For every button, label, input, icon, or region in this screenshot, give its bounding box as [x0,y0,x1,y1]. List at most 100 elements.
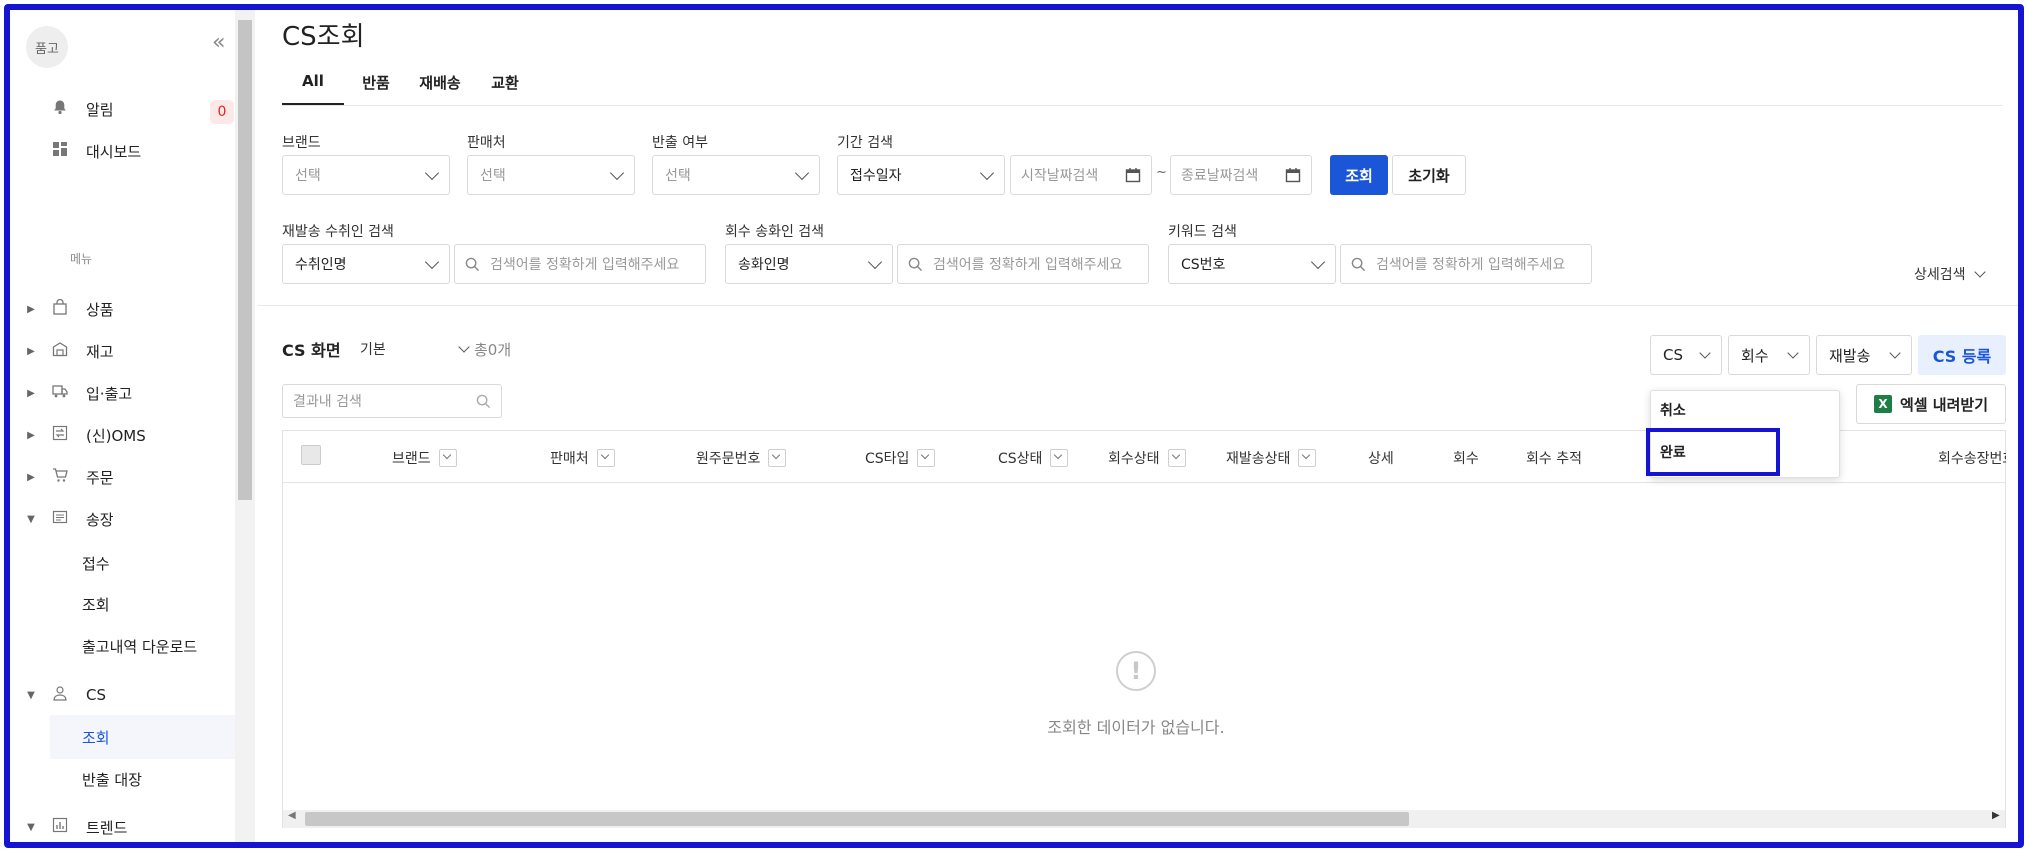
return-sender-type-select[interactable]: 송화인명 [725,244,893,284]
caret-down-icon: ▼ [27,821,35,833]
sidebar-item-oms[interactable]: ▶ (신)OMS [10,416,235,454]
chevron-down-icon [458,340,470,353]
chevron-down-icon [1787,346,1799,359]
cs-dropdown-button[interactable]: CS [1650,335,1722,375]
chevron-down-icon [794,165,810,180]
tab-return[interactable]: 반품 [350,72,402,108]
column-header-original-order[interactable]: 원주문번호 [696,448,787,468]
column-header-return-status[interactable]: 회수상태 [1108,448,1186,468]
sidebar-item-cs[interactable]: ▼ CS [10,676,235,714]
excel-download-button[interactable]: X 엑셀 내려받기 [1856,384,2006,424]
return-dropdown-button[interactable]: 회수 [1728,335,1810,375]
column-header-return[interactable]: 회수 [1453,448,1479,468]
menu-caption: 메뉴 [70,252,93,266]
page-title: CS조회 [282,22,365,52]
bell-icon [46,99,74,119]
column-filter-icon[interactable] [1298,449,1317,467]
sidebar-subitem-cs-ledger[interactable]: 반출 대장 [82,762,142,796]
truck-icon [46,383,74,403]
sidebar-item-dashboard[interactable]: 대시보드 [10,132,235,170]
chevron-down-icon [424,254,440,269]
sidebar-item-product[interactable]: ▶ 상품 [10,290,235,328]
reship-receiver-search-input[interactable]: 검색어를 정확하게 입력해주세요 [454,244,706,284]
return-label: 반출 여부 [652,135,708,151]
tab-reship[interactable]: 재배송 [410,72,470,108]
highlight-box [1646,428,1780,476]
column-header-cs-type[interactable]: CS타입 [865,448,936,468]
excel-icon: X [1873,395,1892,413]
column-header-detail[interactable]: 상세 [1368,448,1394,468]
menu-item-cancel[interactable]: 취소 [1660,400,1686,420]
sidebar-item-order[interactable]: ▶ 주문 [10,458,235,496]
sidebar-item-alarm[interactable]: 알림 [10,90,235,128]
column-filter-icon[interactable] [917,449,936,467]
search-button[interactable]: 조회 [1330,155,1388,195]
caret-right-icon: ▶ [27,303,35,315]
table-scrollbar-thumb[interactable] [305,812,1409,826]
swap-icon [46,425,74,445]
reset-button[interactable]: 초기화 [1392,155,1466,195]
reship-receiver-type-select[interactable]: 수취인명 [282,244,450,284]
sidebar-item-trend[interactable]: ▼ 트렌드 [10,808,235,842]
sidebar-item-inout[interactable]: ▶ 입·출고 [10,374,235,412]
list-icon [46,509,74,529]
sidebar-scrollbar-thumb[interactable] [238,20,252,500]
column-header-cs-status[interactable]: CS상태 [998,448,1069,468]
sidebar-item-label: 주문 [86,468,114,487]
return-select[interactable]: 선택 [652,155,820,195]
warehouse-icon [46,341,74,361]
sidebar-subitem-cs-search[interactable]: 조회 [82,720,110,754]
chevron-down-icon [1699,346,1711,359]
sidebar-item-inventory[interactable]: ▶ 재고 [10,332,235,370]
column-header-return-tracking[interactable]: 회수 추적 [1526,448,1582,468]
keyword-search-input[interactable]: 검색어를 정확하게 입력해주세요 [1340,244,1592,284]
column-filter-icon[interactable] [438,449,457,467]
chevron-down-icon [1310,254,1326,269]
advanced-search-toggle[interactable]: 상세검색 [1914,264,1986,284]
brand-select[interactable]: 선택 [282,155,450,195]
column-header-brand[interactable]: 브랜드 [392,448,457,468]
end-date-input[interactable]: 종료날짜검색 [1170,155,1312,195]
section-divider [258,305,2018,306]
sidebar-subitem-invoice-search[interactable]: 조회 [82,587,110,621]
column-filter-icon[interactable] [1050,449,1069,467]
brand-label: 브랜드 [282,135,321,151]
search-icon [1351,257,1366,271]
calendar-icon [1125,168,1141,183]
search-icon [908,257,923,271]
column-filter-icon[interactable] [596,449,615,467]
active-tab-underline [282,103,344,105]
column-filter-icon[interactable] [768,449,787,467]
column-filter-icon[interactable] [1167,449,1186,467]
caret-right-icon: ▶ [27,429,35,441]
column-header-seller[interactable]: 판매처 [550,448,615,468]
sidebar-item-invoice[interactable]: ▼ 송장 [10,500,235,538]
caret-right-icon: ▶ [27,345,35,357]
cart-icon [46,467,74,487]
sidebar-subitem-invoice-receive[interactable]: 접수 [82,546,110,580]
sidebar-subitem-invoice-download[interactable]: 출고내역 다운로드 [82,629,197,663]
select-all-checkbox[interactable] [301,445,321,465]
collapse-sidebar-icon[interactable]: « [212,30,225,55]
return-sender-search-input[interactable]: 검색어를 정확하게 입력해주세요 [897,244,1149,284]
keyword-type-select[interactable]: CS번호 [1168,244,1336,284]
scroll-right-icon[interactable]: ▶ [1992,810,2000,821]
person-icon [46,685,74,705]
scroll-left-icon[interactable]: ◀ [288,810,296,821]
sidebar-item-label: 상품 [86,300,114,319]
column-header-reship-status[interactable]: 재발송상태 [1226,448,1317,468]
logo: 품고 [26,26,68,68]
cs-register-button[interactable]: CS 등록 [1918,335,2006,375]
dashboard-icon [46,141,74,161]
total-count: 총0개 [474,341,512,359]
view-select[interactable]: 기본 [360,334,470,364]
tab-exchange[interactable]: 교환 [480,72,530,108]
result-search-input[interactable]: 결과내 검색 [282,384,502,418]
calendar-icon [1285,168,1301,183]
seller-select[interactable]: 선택 [467,155,635,195]
column-header-return-invoice[interactable]: 회수송장번호 [1938,448,2006,468]
period-type-select[interactable]: 접수일자 [837,155,1005,195]
reship-dropdown-button[interactable]: 재발송 [1816,335,1912,375]
start-date-input[interactable]: 시작날짜검색 [1010,155,1152,195]
search-icon [476,394,491,408]
